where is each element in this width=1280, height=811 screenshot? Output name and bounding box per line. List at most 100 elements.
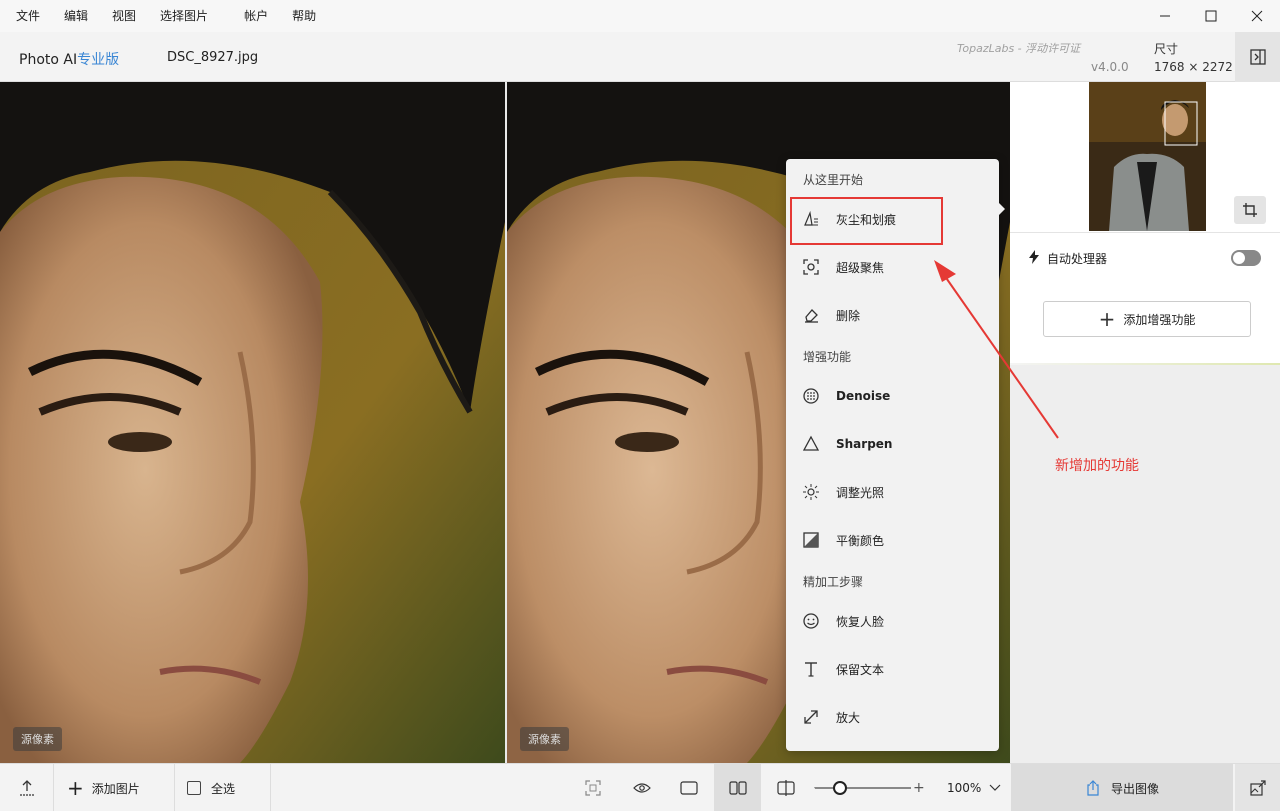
add-enhancement-label: 添加增强功能 bbox=[1123, 312, 1196, 327]
menu-item-label: 超级聚焦 bbox=[836, 260, 885, 275]
plus-icon: + bbox=[913, 780, 925, 796]
add-image-button[interactable]: + 添加图片 bbox=[67, 764, 140, 811]
menu-item-label: Denoise bbox=[836, 389, 891, 403]
section-start-heading: 从这里开始 bbox=[803, 173, 864, 187]
bottom-toolbar: + 添加图片 全选 − + 100% 导出图像 bbox=[0, 763, 1280, 811]
menu-select-image[interactable]: 选择图片 bbox=[148, 0, 220, 32]
menu-item-label: 保留文本 bbox=[836, 662, 885, 677]
menu-item-balance-color[interactable]: 平衡颜色 bbox=[786, 522, 999, 558]
minimize-icon bbox=[1160, 15, 1170, 17]
image-thumbnail[interactable] bbox=[1089, 82, 1206, 231]
side-by-side-view-button[interactable] bbox=[714, 764, 761, 811]
menu-item-preserve-text[interactable]: 保留文本 bbox=[786, 651, 999, 687]
zoom-slider-track[interactable] bbox=[815, 787, 911, 789]
zoom-level-dropdown[interactable]: 100% bbox=[947, 764, 1001, 811]
single-view-button[interactable] bbox=[680, 764, 700, 811]
menu-edit[interactable]: 编辑 bbox=[52, 0, 100, 32]
plus-icon: + bbox=[1098, 307, 1116, 331]
focus-frame-icon bbox=[585, 780, 601, 796]
add-enhancement-button[interactable]: + 添加增强功能 bbox=[1043, 301, 1251, 337]
file-name: DSC_8927.jpg bbox=[167, 50, 259, 65]
autopilot-toggle[interactable] bbox=[1231, 250, 1261, 266]
highlight-box bbox=[790, 197, 943, 245]
menu-item-label: 放大 bbox=[836, 710, 861, 725]
upscale-icon bbox=[804, 710, 818, 724]
add-image-label: 添加图片 bbox=[91, 781, 140, 796]
menu-file[interactable]: 文件 bbox=[0, 0, 52, 32]
export-label: 导出图像 bbox=[1110, 781, 1159, 796]
batch-export-button[interactable] bbox=[1235, 764, 1280, 811]
menu-view[interactable]: 视图 bbox=[100, 0, 148, 32]
face-icon bbox=[803, 613, 819, 629]
side-by-side-icon bbox=[728, 781, 747, 795]
app-brand: Photo AI专业版 bbox=[19, 49, 119, 69]
select-all-checkbox[interactable]: 全选 bbox=[187, 764, 235, 811]
minimize-button[interactable] bbox=[1142, 0, 1188, 32]
version-text: v4.0.0 bbox=[1091, 60, 1129, 74]
annotation-text: 新增加的功能 bbox=[1055, 458, 1139, 474]
section-enhance-heading: 增强功能 bbox=[803, 350, 852, 364]
menu-item-label: 调整光照 bbox=[836, 485, 885, 500]
brand-name: Photo AI bbox=[19, 52, 78, 68]
menu-item-label: Sharpen bbox=[836, 437, 893, 451]
menu-account[interactable]: 帐户 bbox=[232, 0, 280, 32]
maximize-icon bbox=[1205, 10, 1217, 22]
menu-item-label: 恢复人脸 bbox=[836, 614, 885, 629]
checkbox-icon bbox=[187, 781, 201, 795]
brand-edition: 专业版 bbox=[77, 52, 120, 68]
crop-button[interactable] bbox=[1234, 196, 1266, 224]
add-enhancement-menu: 从这里开始 灰尘和划痕 超级聚焦 删除 增强功能 Denoise Sharpen… bbox=[786, 159, 1005, 751]
window-controls bbox=[1142, 0, 1280, 32]
split-view-button[interactable] bbox=[777, 764, 797, 811]
eye-icon bbox=[633, 783, 651, 793]
preview-pixels-tag: 源像素 bbox=[520, 727, 569, 751]
upload-button[interactable] bbox=[18, 764, 38, 811]
original-photo bbox=[0, 82, 505, 763]
menu-item-upscale[interactable]: 放大 bbox=[786, 699, 999, 735]
eraser-icon bbox=[805, 309, 818, 323]
crop-icon bbox=[1243, 203, 1257, 217]
original-pane[interactable]: 源像素 bbox=[0, 82, 505, 763]
light-icon bbox=[803, 484, 819, 500]
select-all-label: 全选 bbox=[211, 781, 236, 796]
text-icon bbox=[805, 662, 817, 677]
toolbar-separator bbox=[270, 764, 271, 811]
menu-item-adjust-light[interactable]: 调整光照 bbox=[786, 474, 999, 510]
toolbar-separator bbox=[174, 764, 175, 811]
zoom-level: 100% bbox=[947, 781, 982, 795]
zoom-in-button[interactable]: + bbox=[913, 764, 925, 811]
menu-help[interactable]: 帮助 bbox=[280, 0, 328, 32]
menu-item-recover-face[interactable]: 恢复人脸 bbox=[786, 603, 999, 639]
single-view-icon bbox=[680, 781, 698, 795]
color-balance-icon bbox=[803, 532, 819, 548]
panel-toggle-icon bbox=[1249, 49, 1266, 65]
panel-toggle-button[interactable] bbox=[1235, 32, 1280, 82]
menu-item-label: 平衡颜色 bbox=[836, 533, 885, 548]
original-pixels-tag: 源像素 bbox=[13, 727, 62, 751]
upload-icon bbox=[20, 780, 34, 796]
preview-toggle-button[interactable] bbox=[633, 764, 653, 811]
denoise-icon bbox=[803, 388, 819, 404]
split-view-icon bbox=[777, 780, 795, 796]
license-text: TopazLabs - 浮动许可证 bbox=[957, 42, 1081, 55]
sharpen-icon bbox=[802, 435, 820, 451]
section-refine-heading: 精加工步骤 bbox=[803, 575, 864, 589]
maximize-button[interactable] bbox=[1188, 0, 1234, 32]
close-icon bbox=[1251, 10, 1263, 22]
image-export-icon bbox=[1249, 780, 1266, 796]
menu-bar: 文件 编辑 视图 选择图片 帐户 帮助 bbox=[0, 0, 1280, 32]
zoom-slider-handle[interactable] bbox=[833, 781, 847, 795]
thumbnail-photo bbox=[1089, 82, 1206, 231]
panel-separator bbox=[1010, 232, 1280, 233]
close-button[interactable] bbox=[1234, 0, 1280, 32]
export-icon bbox=[1087, 780, 1099, 796]
focus-view-button[interactable] bbox=[585, 764, 603, 811]
app-header: Photo AI专业版 DSC_8927.jpg TopazLabs - 浮动许… bbox=[0, 32, 1280, 82]
annotation-arrow bbox=[934, 260, 1059, 439]
toolbar-separator bbox=[53, 764, 54, 811]
size-label: 尺寸 bbox=[1154, 42, 1179, 56]
size-value: 1768 × 2272 bbox=[1154, 60, 1233, 74]
export-image-button[interactable]: 导出图像 bbox=[1011, 764, 1233, 811]
menu-item-label: 删除 bbox=[836, 308, 861, 323]
focus-icon bbox=[803, 259, 819, 275]
